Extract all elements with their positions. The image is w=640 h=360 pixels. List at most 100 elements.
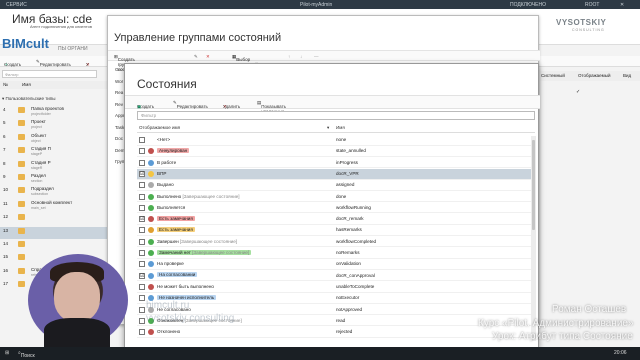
group-item[interactable]: Груп — [115, 159, 124, 164]
state-row[interactable]: Выдано assigned — [137, 180, 535, 191]
remove-icon[interactable]: — — [314, 54, 319, 59]
types-column-header: № Имя — [0, 81, 110, 89]
type-number: 11 — [3, 200, 8, 206]
state-checkbox[interactable] — [139, 193, 145, 200]
state-checkbox[interactable] — [139, 137, 145, 143]
state-row[interactable]: На проверке onValidation — [137, 259, 535, 270]
state-checkbox[interactable] — [139, 182, 145, 189]
type-row[interactable]: 7 Стадия П stageP — [0, 146, 110, 158]
edit-button[interactable]: ✎ Редактировать — [36, 59, 71, 67]
state-row[interactable]: Не может быть выполнено unableToComplete — [137, 282, 535, 293]
user-types-group[interactable]: ▾ Пользовательские типы — [2, 96, 55, 102]
state-display-name: Завершен [Завершающее состояние] — [157, 238, 238, 244]
type-row[interactable]: 9 Раздел section — [0, 173, 110, 185]
edit-state-button[interactable]: ✎ Редактировать — [173, 100, 208, 109]
state-checkbox[interactable] — [139, 317, 145, 324]
database-subtitle: Агент подключения для клиентов — [30, 24, 93, 29]
group-item[interactable]: Wor — [115, 79, 123, 84]
type-row[interactable]: 10 Подраздел subsection — [0, 186, 110, 198]
group-item[interactable]: Gro — [115, 67, 123, 72]
type-row[interactable]: 12 — [0, 213, 110, 225]
type-row[interactable]: 5 Проект project — [0, 119, 110, 131]
type-row[interactable]: 14 — [0, 240, 110, 252]
state-checkbox[interactable]: ☑ — [139, 272, 145, 279]
state-checkbox[interactable] — [139, 250, 145, 256]
state-color-icon — [148, 148, 154, 155]
group-item[interactable]: Task — [115, 125, 124, 130]
state-row[interactable]: ☑ ВПР docR_VPR — [137, 168, 535, 180]
state-checkbox[interactable] — [139, 329, 145, 336]
state-checkbox[interactable] — [139, 159, 145, 166]
type-system-name: projectfolder — [31, 112, 51, 116]
display-name-column[interactable]: Отображаемое имя — [139, 125, 180, 130]
folder-icon — [18, 120, 25, 127]
state-checkbox[interactable] — [139, 238, 145, 245]
state-groups-title: Управление группами состояний — [114, 32, 282, 44]
type-system-name: stageR — [31, 165, 43, 170]
state-display-name: Выполнено [Завершающее состояние] — [157, 193, 240, 199]
show-deleted-toggle[interactable]: ▤ Показывать удаленные — [257, 100, 286, 114]
type-row[interactable]: 6 Объект object — [0, 133, 110, 145]
group-item[interactable]: Rea — [115, 90, 123, 95]
folder-icon — [18, 174, 25, 180]
group-item[interactable]: Rev — [115, 102, 123, 107]
state-color-icon — [148, 261, 154, 268]
state-row[interactable]: <Нет> none — [137, 135, 535, 146]
menu-service[interactable]: СЕРВИС — [6, 2, 27, 8]
states-filter-input[interactable]: Фильтр — [137, 111, 535, 120]
group-item[interactable]: Doc — [115, 136, 123, 141]
type-name: Раздел — [31, 173, 46, 178]
scroll-thumb[interactable] — [532, 140, 535, 230]
name-column[interactable]: Имя — [336, 125, 345, 130]
types-filter-input[interactable]: Фильтр — [2, 70, 97, 78]
taskbar-search[interactable]: ⌕ Поиск — [18, 350, 35, 359]
state-code: rejected — [336, 329, 353, 335]
state-code: read — [336, 317, 346, 323]
type-number: 10 — [3, 187, 9, 193]
states-scrollbar[interactable] — [531, 136, 536, 341]
type-name: Папка проектов — [31, 106, 64, 111]
type-row[interactable]: 11 Основной комплект main_set — [0, 200, 110, 212]
state-checkbox[interactable] — [139, 148, 145, 155]
state-row[interactable]: Выполнено [Завершающее состояние] done — [137, 192, 535, 203]
select-states-button[interactable]: ▦ Выбор состояний — [232, 54, 258, 67]
move-down-icon[interactable]: ↓ — [300, 54, 302, 59]
state-row[interactable]: Выполняется workflowRunning — [137, 203, 535, 214]
state-row[interactable]: Завершен [Завершающее состояние] workflo… — [137, 237, 535, 248]
state-color-icon — [148, 193, 154, 200]
state-checkbox[interactable] — [139, 204, 145, 211]
state-row[interactable]: Отклонено rejected — [137, 327, 535, 338]
state-checkbox[interactable] — [139, 306, 145, 313]
close-icon[interactable]: ✕ — [620, 2, 624, 8]
state-checkbox[interactable] — [139, 261, 145, 268]
state-checkbox[interactable] — [139, 227, 145, 234]
state-row[interactable]: ☑ На согласовании docR_conApproval — [137, 271, 535, 282]
edit-group-icon[interactable]: ✎ — [194, 54, 198, 60]
windows-start-icon[interactable]: ⊞ — [5, 350, 9, 356]
column-sort-icon[interactable]: ▾ — [327, 125, 329, 131]
window-title: Pilot-myAdmin — [300, 2, 333, 8]
presenter-face — [54, 272, 100, 322]
state-row[interactable]: Не назначен исполнитель noExecutor — [137, 293, 535, 304]
state-row[interactable]: ☑ Есть замечания docR_remark — [137, 214, 535, 225]
final-state-note: [Завершающее состояние] — [179, 238, 238, 244]
state-checkbox[interactable] — [139, 295, 145, 302]
state-row[interactable]: В работе inProgress — [137, 158, 535, 169]
create-group-button[interactable]: ⊞ Создать группу состояний — [114, 54, 139, 72]
state-row[interactable]: Аннулирован state_annulled — [137, 146, 535, 157]
main-tabs[interactable]: ПЫ ОРГАНИ — [58, 46, 88, 52]
state-checkbox[interactable]: ☑ — [139, 216, 145, 223]
type-row[interactable]: 13 — [0, 226, 110, 239]
delete-group-icon[interactable]: ✕ — [206, 54, 210, 60]
state-checkbox[interactable]: ☑ — [139, 170, 145, 177]
state-code: noExecutor — [336, 295, 360, 301]
state-row[interactable]: Есть замечания hasRemarks — [137, 225, 535, 237]
type-row[interactable]: 4 Папка проектов projectfolder — [0, 106, 110, 118]
state-checkbox[interactable] — [139, 283, 145, 290]
type-system-name: section — [31, 179, 43, 183]
faint-watermark-2: vysotskiy consulting — [146, 313, 235, 324]
type-row[interactable]: 8 Стадия Р stageR — [0, 160, 110, 172]
move-up-icon[interactable]: ↑ — [288, 54, 290, 59]
type-number: 14 — [3, 241, 9, 246]
state-row[interactable]: Замечаний нет [Завершающее состояние] no… — [137, 248, 535, 259]
